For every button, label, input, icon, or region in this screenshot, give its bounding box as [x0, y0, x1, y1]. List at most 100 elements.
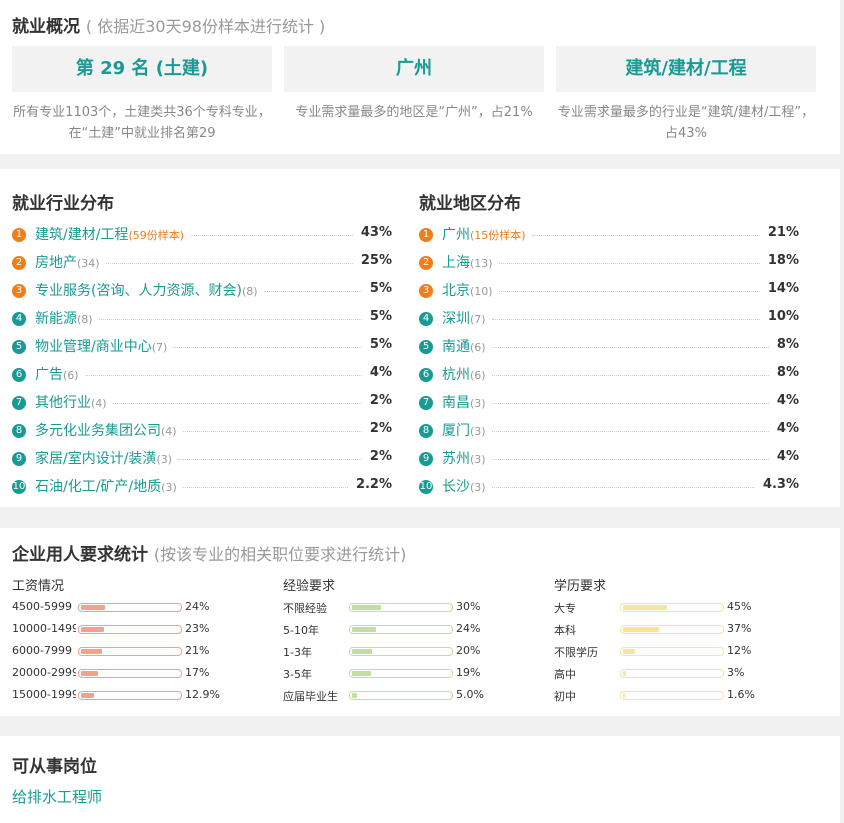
region-name-link[interactable]: 南通(6)	[442, 336, 486, 356]
industry-name-link[interactable]: 建筑/建材/工程(59份样本)	[35, 224, 184, 244]
progress-fill	[352, 649, 372, 654]
progress-fill	[352, 671, 371, 676]
rank-badge: 10	[12, 480, 26, 494]
industry-name-link[interactable]: 房地产(34)	[35, 252, 100, 272]
progress-fill	[623, 693, 625, 698]
requirement-percent: 24%	[185, 600, 210, 613]
industry-name-link[interactable]: 新能源(8)	[35, 308, 93, 328]
requirement-label: 大专	[554, 602, 576, 615]
dotted-leader	[183, 487, 348, 488]
progress-track	[620, 603, 724, 612]
industry-name: 其他行业	[35, 395, 91, 411]
requirement-label: 不限学历	[554, 646, 598, 659]
sample-count: (3)	[161, 481, 177, 494]
progress-fill	[352, 693, 357, 698]
sample-count: (10)	[470, 285, 493, 298]
industry-name-link[interactable]: 广告(6)	[35, 364, 79, 384]
percent-value: 8%	[776, 365, 799, 380]
industry-name-link[interactable]: 专业服务(咨询、人力资源、财会)(8)	[35, 280, 258, 300]
percent-value: 18%	[767, 253, 799, 268]
industry-name: 新能源	[35, 311, 77, 327]
sample-count: (8)	[77, 313, 93, 326]
dotted-leader	[499, 291, 760, 292]
rank-badge: 1	[419, 228, 433, 242]
rank-badge: 6	[419, 368, 433, 382]
dotted-leader	[183, 431, 362, 432]
region-name-link[interactable]: 苏州(3)	[442, 448, 486, 468]
progress-track	[620, 669, 724, 678]
rank-badge: 3	[419, 284, 433, 298]
overview-section: 就业概况 ( 依据近30天98份样本进行统计 ) 第 29 名 (土建) 广州 …	[0, 0, 840, 154]
region-row: 1 广州(15份样本) 21%	[419, 222, 799, 248]
requirement-label: 不限经验	[283, 602, 327, 615]
requirement-row: 1-3年 20%	[283, 641, 513, 663]
industry-row: 8 多元化业务集团公司(4) 2%	[12, 418, 392, 444]
requirement-percent: 1.6%	[727, 688, 755, 701]
sample-count: (13)	[470, 257, 493, 270]
progress-fill	[81, 671, 98, 676]
rank-badge: 5	[419, 340, 433, 354]
percent-value: 4%	[776, 393, 799, 408]
industry-name: 广告	[35, 367, 63, 383]
progress-fill	[81, 693, 94, 698]
percent-value: 4.3%	[762, 477, 799, 492]
region-name-link[interactable]: 北京(10)	[442, 280, 493, 300]
region-name-link[interactable]: 杭州(6)	[442, 364, 486, 384]
requirements-section: 企业用人要求统计 (按该专业的相关职位要求进行统计) 工资情况 4500-5999…	[0, 528, 840, 716]
region-name: 杭州	[442, 367, 470, 383]
percent-value: 4%	[776, 421, 799, 436]
region-name-link[interactable]: 上海(13)	[442, 252, 493, 272]
requirement-label: 应届毕业生	[283, 690, 338, 703]
percent-value: 5%	[369, 337, 392, 352]
requirement-percent: 23%	[185, 622, 210, 635]
requirement-label: 初中	[554, 690, 576, 703]
dotted-leader	[113, 403, 362, 404]
requirement-label: 3-5年	[283, 668, 312, 681]
sample-count: (4)	[91, 397, 107, 410]
requirement-percent: 24%	[456, 622, 481, 635]
rank-badge: 1	[12, 228, 26, 242]
requirement-row: 初中 1.6%	[554, 685, 784, 707]
job-link[interactable]: 给排水工程师	[12, 786, 102, 807]
industry-name-link[interactable]: 物业管理/商业中心(7)	[35, 336, 167, 356]
overview-title: 就业概况	[12, 17, 80, 37]
requirement-label: 本科	[554, 624, 576, 637]
requirement-group-title: 经验要求	[283, 579, 336, 594]
industry-name: 专业服务(咨询、人力资源、财会)	[35, 283, 242, 299]
progress-fill	[623, 605, 667, 610]
percent-value: 14%	[767, 281, 799, 296]
percent-value: 2%	[369, 393, 392, 408]
requirement-percent: 30%	[456, 600, 481, 613]
percent-value: 4%	[369, 365, 392, 380]
requirement-row: 高中 3%	[554, 663, 784, 685]
percent-value: 5%	[369, 281, 392, 296]
progress-fill	[623, 671, 626, 676]
industry-name-link[interactable]: 其他行业(4)	[35, 392, 107, 412]
sample-count: (6)	[470, 369, 486, 382]
rank-badge: 10	[419, 480, 433, 494]
region-name-link[interactable]: 长沙(3)	[442, 476, 486, 496]
region-name-link[interactable]: 深圳(7)	[442, 308, 486, 328]
sample-count: (34)	[77, 257, 100, 270]
region-name-link[interactable]: 厦门(3)	[442, 420, 486, 440]
industry-name-link[interactable]: 家居/室内设计/装潢(3)	[35, 448, 172, 468]
requirement-label: 4500-5999	[12, 600, 72, 613]
region-row: 6 杭州(6) 8%	[419, 362, 799, 388]
progress-track	[78, 647, 182, 656]
region-name: 长沙	[442, 479, 470, 495]
rank-badge: 8	[12, 424, 26, 438]
requirement-label: 5-10年	[283, 624, 319, 637]
industry-name: 建筑/建材/工程	[35, 227, 129, 243]
industry-row: 4 新能源(8) 5%	[12, 306, 392, 332]
dotted-leader	[99, 319, 362, 320]
industry-name-link[interactable]: 石油/化工/矿产/地质(3)	[35, 476, 177, 496]
requirement-row: 4500-5999 24%	[12, 597, 242, 619]
industry-row: 10 石油/化工/矿产/地质(3) 2.2%	[12, 474, 392, 500]
region-name: 南通	[442, 339, 470, 355]
region-name-link[interactable]: 南昌(3)	[442, 392, 486, 412]
overview-heading: 就业概况 ( 依据近30天98份样本进行统计 )	[12, 12, 325, 37]
dotted-leader	[492, 431, 769, 432]
region-name-link[interactable]: 广州(15份样本)	[442, 224, 526, 244]
industry-name-link[interactable]: 多元化业务集团公司(4)	[35, 420, 177, 440]
requirement-group-title: 学历要求	[554, 579, 607, 594]
